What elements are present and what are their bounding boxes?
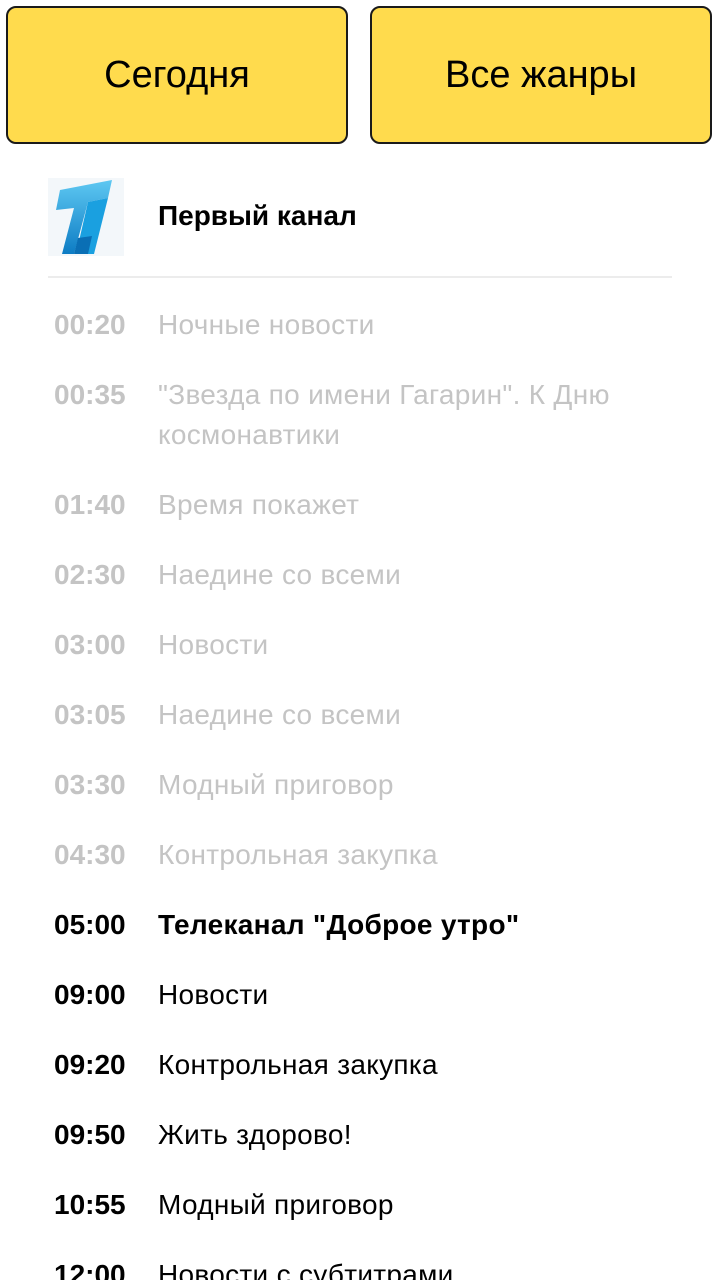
tv-guide-screen: Сегодня Все жанры Первый канал 00:20 Ночн…	[0, 0, 720, 1280]
program-title: Время покажет	[158, 489, 360, 520]
program-title: Контрольная закупка	[158, 1049, 438, 1080]
schedule-row[interactable]: 12:00 Новости с субтитрами	[0, 1255, 720, 1280]
schedule-row[interactable]: 09:20 Контрольная закупка	[0, 1045, 720, 1115]
program-time: 02:30	[54, 559, 126, 590]
schedule-row[interactable]: 10:55 Модный приговор	[0, 1185, 720, 1255]
program-title: Телеканал "Доброе утро"	[158, 909, 520, 940]
program-title: Модный приговор	[158, 1189, 394, 1220]
schedule-row[interactable]: 01:40 Время покажет	[0, 485, 720, 555]
program-time: 04:30	[54, 839, 126, 870]
program-title: Новости с субтитрами	[158, 1259, 454, 1280]
program-time: 03:30	[54, 769, 126, 800]
schedule-row[interactable]: 05:00 Телеканал "Доброе утро"	[0, 905, 720, 975]
program-title: Новости	[158, 979, 269, 1010]
program-title: Жить здорово!	[158, 1119, 352, 1150]
schedule-row[interactable]: 03:05 Наедине со всеми	[0, 695, 720, 765]
program-time: 05:00	[54, 909, 126, 940]
program-title: Наедине со всеми	[158, 559, 402, 590]
genre-filter-button[interactable]: Все жанры	[370, 6, 712, 144]
program-time: 03:05	[54, 699, 126, 730]
program-time: 09:20	[54, 1049, 126, 1080]
date-filter-button[interactable]: Сегодня	[6, 6, 348, 144]
schedule-row[interactable]: 09:50 Жить здорово!	[0, 1115, 720, 1185]
program-time: 00:35	[54, 379, 126, 410]
schedule-list: 00:20 Ночные новости 00:35 "Звезда по имени…	[0, 305, 720, 1280]
program-time: 09:50	[54, 1119, 126, 1150]
channel-name: Первый канал	[158, 200, 357, 231]
program-time: 12:00	[54, 1259, 126, 1280]
schedule-row[interactable]: 04:30 Контрольная закупка	[0, 835, 720, 905]
program-title: Ночные новости	[158, 309, 375, 340]
program-title: Модный приговор	[158, 769, 394, 800]
channel-header[interactable]: Первый канал	[48, 178, 672, 278]
program-time: 09:00	[54, 979, 126, 1010]
schedule-row[interactable]: 02:30 Наедине со всеми	[0, 555, 720, 625]
channel-one-logo-icon	[48, 178, 124, 256]
program-time: 01:40	[54, 489, 126, 520]
program-title: Контрольная закупка	[158, 839, 438, 870]
program-time: 03:00	[54, 629, 126, 660]
filter-bar: Сегодня Все жанры	[6, 6, 714, 146]
program-time: 10:55	[54, 1189, 126, 1220]
schedule-row[interactable]: 09:00 Новости	[0, 975, 720, 1045]
schedule-row[interactable]: 00:20 Ночные новости	[0, 305, 720, 375]
schedule-row[interactable]: 03:00 Новости	[0, 625, 720, 695]
program-title: Новости	[158, 629, 269, 660]
program-title: Наедине со всеми	[158, 699, 402, 730]
program-time: 00:20	[54, 309, 126, 340]
program-title: "Звезда по имени Гагарин". К Дню космона…	[158, 379, 610, 450]
schedule-row[interactable]: 00:35 "Звезда по имени Гагарин". К Дню ко…	[0, 375, 720, 485]
schedule-row[interactable]: 03:30 Модный приговор	[0, 765, 720, 835]
